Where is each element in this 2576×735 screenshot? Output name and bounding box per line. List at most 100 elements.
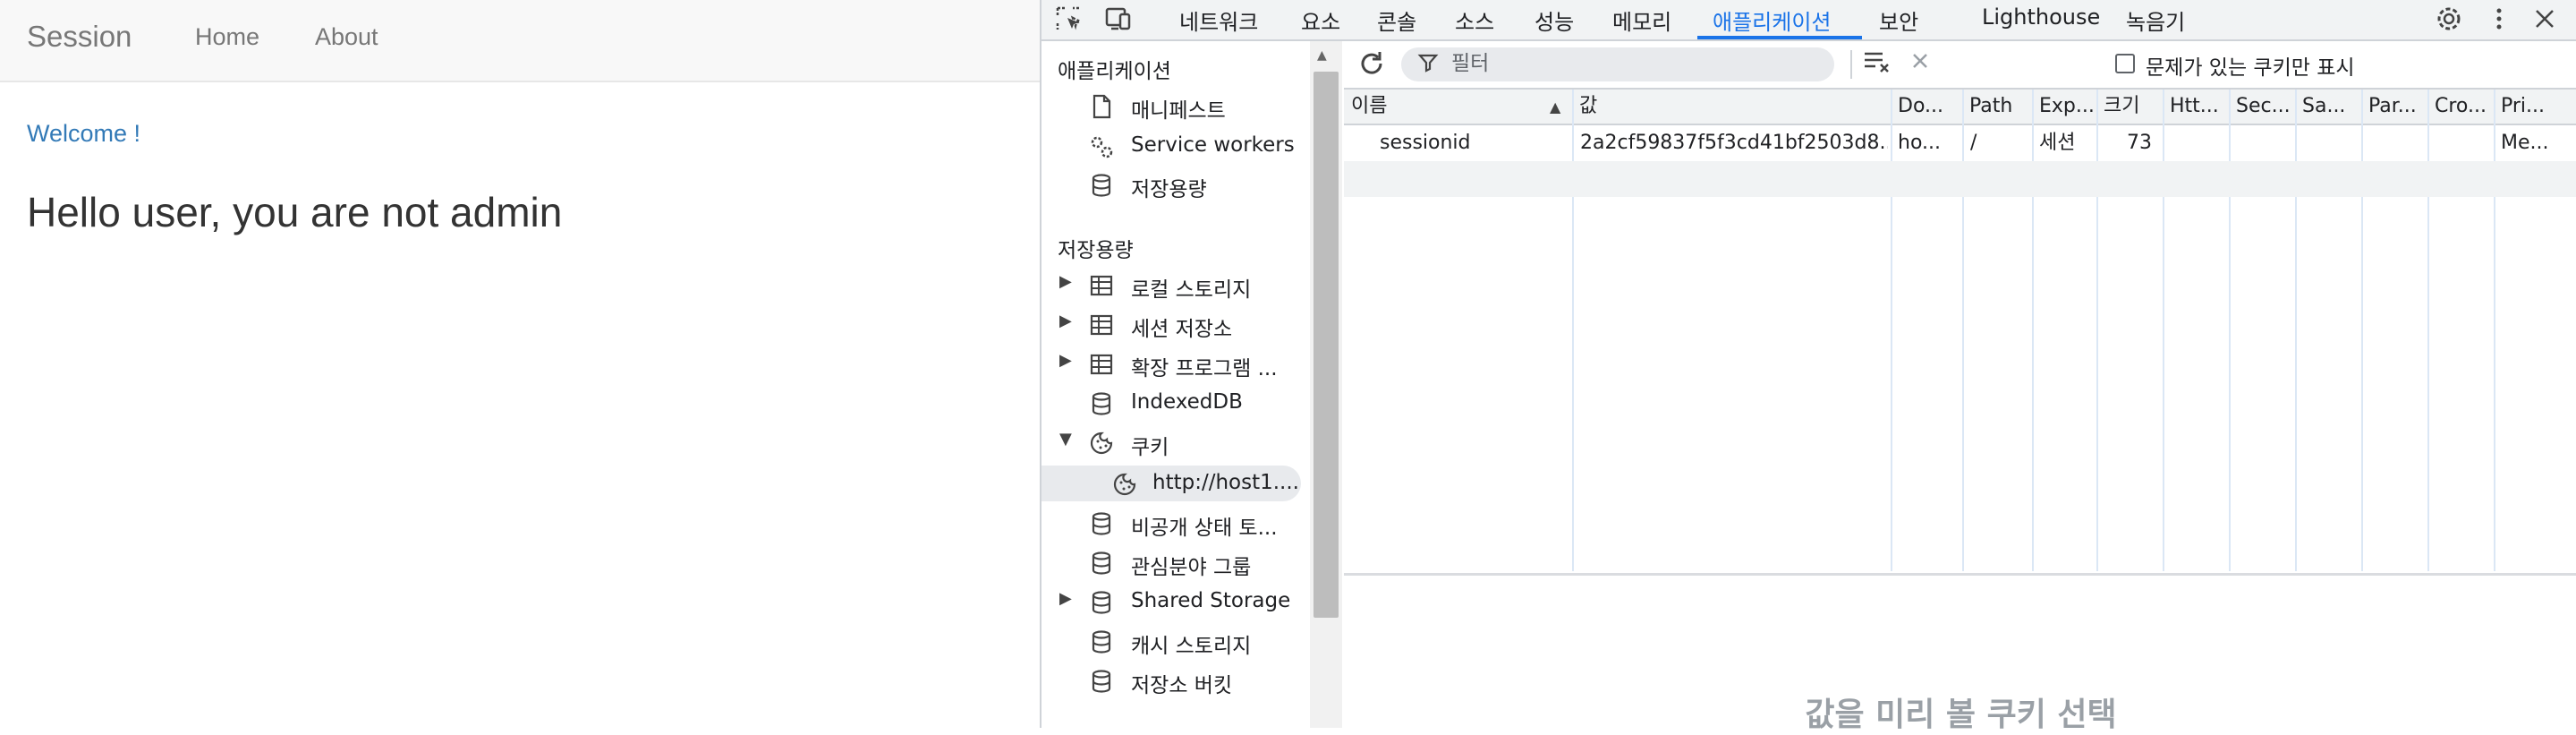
column-header-size[interactable]: 크기 <box>2096 90 2163 124</box>
tab-security[interactable]: 보안 <box>1879 4 1918 36</box>
table-icon <box>1088 312 1115 338</box>
cookie-toolbar: 문제가 있는 쿠키만 표시 <box>1344 41 2576 90</box>
issues-only-checkbox[interactable] <box>2115 54 2135 73</box>
sort-ascending-icon: ▲ <box>1550 98 1561 115</box>
tab-memory[interactable]: 메모리 <box>1612 4 1671 36</box>
cookie-domain-cell[interactable]: ho... <box>1898 125 1960 161</box>
close-icon[interactable] <box>2530 5 2559 34</box>
cookie-table: 이름 ▲ 값 Do... Path Exp... 크기 Htt... Sec..… <box>1344 90 2576 576</box>
sidebar-item-storage[interactable]: 저장용량 <box>1041 167 1301 202</box>
tab-elements[interactable]: 요소 <box>1301 4 1340 36</box>
settings-icon[interactable] <box>2435 5 2463 34</box>
sidebar-item-label: IndexedDB <box>1131 390 1243 414</box>
tab-performance[interactable]: 성능 <box>1535 4 1574 36</box>
cookie-name-cell[interactable]: sessionid <box>1380 125 1572 161</box>
sidebar-item-local-storage[interactable]: ▶ 로컬 스토리지 <box>1041 267 1301 303</box>
devtools-toolbar: 네트워크 요소 콘솔 소스 성능 메모리 애플리케이션 보안 Lighthous… <box>1041 0 2576 41</box>
column-header-path[interactable]: Path <box>1962 90 2032 124</box>
greeting-heading: Hello user, you are not admin <box>27 189 563 235</box>
sidebar-item-label: 매니페스트 <box>1131 99 1226 123</box>
sidebar-section-storage: 저장용량 <box>1058 239 1134 262</box>
tab-network[interactable]: 네트워크 <box>1179 4 1258 36</box>
filter-input[interactable] <box>1451 49 1827 78</box>
nav-home-link[interactable]: Home <box>195 23 259 51</box>
collapse-arrow-icon[interactable]: ▼ <box>1059 430 1072 449</box>
nav-about-link[interactable]: About <box>315 23 378 51</box>
cookie-panel: 문제가 있는 쿠키만 표시 이름 ▲ 값 Do... Path Exp... 크… <box>1344 41 2576 733</box>
toolbar-divider <box>1850 50 1852 79</box>
column-header-name[interactable]: 이름 <box>1344 90 1572 124</box>
sidebar-item-interest-groups[interactable]: 관심분야 그룹 <box>1041 544 1301 580</box>
sidebar-item-label: 저장소 버킷 <box>1131 674 1233 697</box>
sidebar-item-session-storage[interactable]: ▶ 세션 저장소 <box>1041 306 1301 342</box>
sidebar-item-label: 캐시 스토리지 <box>1131 635 1252 658</box>
expand-arrow-icon[interactable]: ▶ <box>1059 312 1072 330</box>
sidebar-item-cache-storage[interactable]: 캐시 스토리지 <box>1041 623 1301 659</box>
cookie-value-cell[interactable]: 2a2cf59837f5f3cd41bf2503d8... <box>1580 125 1888 161</box>
sidebar-item-service-workers[interactable]: Service workers <box>1041 128 1301 164</box>
tab-recorder[interactable]: 녹음기 <box>2126 4 2185 36</box>
issues-only-label: 문제가 있는 쿠키만 표시 <box>2146 56 2355 80</box>
sidebar-item-label: 저장용량 <box>1131 178 1207 201</box>
sidebar-item-private-state-tokens[interactable]: 비공개 상태 토... <box>1041 505 1301 541</box>
brand-link[interactable]: Session <box>27 20 132 54</box>
more-icon[interactable] <box>2485 5 2513 34</box>
column-header-value[interactable]: 값 <box>1572 90 1891 124</box>
navbar: Session Home About <box>0 0 1040 82</box>
column-header-priority[interactable]: Pri... <box>2494 90 2576 124</box>
database-icon <box>1088 589 1115 616</box>
tab-application[interactable]: 애플리케이션 <box>1713 4 1831 36</box>
column-header-expires[interactable]: Exp... <box>2032 90 2096 124</box>
sidebar-item-label: 로컬 스토리지 <box>1131 278 1252 302</box>
table-icon <box>1088 272 1115 299</box>
cookie-expires-cell[interactable]: 세션 <box>2039 125 2096 161</box>
expand-arrow-icon[interactable]: ▶ <box>1059 589 1072 608</box>
database-icon <box>1088 668 1115 695</box>
cookie-priority-cell[interactable]: Me... <box>2501 125 2572 161</box>
device-toggle-icon[interactable] <box>1104 5 1133 34</box>
refresh-icon[interactable] <box>1356 48 1387 79</box>
active-tab-indicator <box>1697 36 1862 39</box>
sidebar-item-label: 관심분야 그룹 <box>1131 556 1252 579</box>
sidebar-section-application: 애플리케이션 <box>1058 60 1171 83</box>
sidebar-item-label: Shared Storage <box>1131 589 1291 612</box>
column-header-httponly[interactable]: Htt... <box>2163 90 2229 124</box>
tab-sources[interactable]: 소스 <box>1455 4 1494 36</box>
expand-arrow-icon[interactable]: ▶ <box>1059 351 1072 370</box>
funnel-icon <box>1417 52 1439 79</box>
column-header-partition-key[interactable]: Par... <box>2361 90 2427 124</box>
cookie-path-cell[interactable]: / <box>1970 125 2031 161</box>
sidebar-item-cookie-host[interactable]: http://host1.... <box>1041 466 1301 501</box>
inspect-icon[interactable] <box>1054 5 1084 34</box>
cookie-icon <box>1111 471 1138 498</box>
column-header-domain[interactable]: Do... <box>1891 90 1962 124</box>
column-header-samesite[interactable]: Sa... <box>2295 90 2361 124</box>
sidebar-item-shared-storage[interactable]: ▶ Shared Storage <box>1041 584 1301 620</box>
sidebar-item-label: 확장 프로그램 ... <box>1131 357 1278 380</box>
expand-arrow-icon[interactable]: ▶ <box>1059 272 1072 291</box>
sidebar-item-indexeddb[interactable]: IndexedDB <box>1041 385 1301 421</box>
sidebar-item-cookies[interactable]: ▼ 쿠키 <box>1041 424 1301 460</box>
sidebar-item-label: http://host1.... <box>1152 471 1299 494</box>
tab-console[interactable]: 콘솔 <box>1377 4 1416 36</box>
cookie-preview-placeholder: 값을 미리 볼 쿠키 선택 <box>1805 697 2117 733</box>
sidebar-scrollbar-thumb[interactable] <box>1314 72 1339 618</box>
clear-all-icon[interactable] <box>1863 48 1893 81</box>
column-header-secure[interactable]: Sec... <box>2229 90 2295 124</box>
scroll-up-arrow-icon[interactable]: ▲ <box>1317 48 1327 63</box>
database-icon <box>1088 628 1115 655</box>
sidebar-item-extension-storage[interactable]: ▶ 확장 프로그램 ... <box>1041 346 1301 381</box>
delete-selected-icon[interactable] <box>1908 47 1934 81</box>
application-sidebar: 애플리케이션 매니페스트 Service workers 저장용량 저장용량 ▶… <box>1041 41 1312 728</box>
database-icon <box>1088 172 1115 199</box>
table-icon <box>1088 351 1115 378</box>
sidebar-item-label: 세션 저장소 <box>1131 318 1233 341</box>
database-icon <box>1088 550 1115 577</box>
cookie-size-cell[interactable]: 73 <box>2096 125 2152 161</box>
welcome-text: Welcome ! <box>27 120 141 147</box>
sidebar-item-storage-buckets[interactable]: 저장소 버킷 <box>1041 662 1301 698</box>
devtools-panel: 네트워크 요소 콘솔 소스 성능 메모리 애플리케이션 보안 Lighthous… <box>1040 0 2576 733</box>
sidebar-item-manifest[interactable]: 매니페스트 <box>1041 88 1301 124</box>
column-header-cross-site[interactable]: Cro... <box>2427 90 2494 124</box>
tab-lighthouse[interactable]: Lighthouse <box>1982 4 2100 30</box>
